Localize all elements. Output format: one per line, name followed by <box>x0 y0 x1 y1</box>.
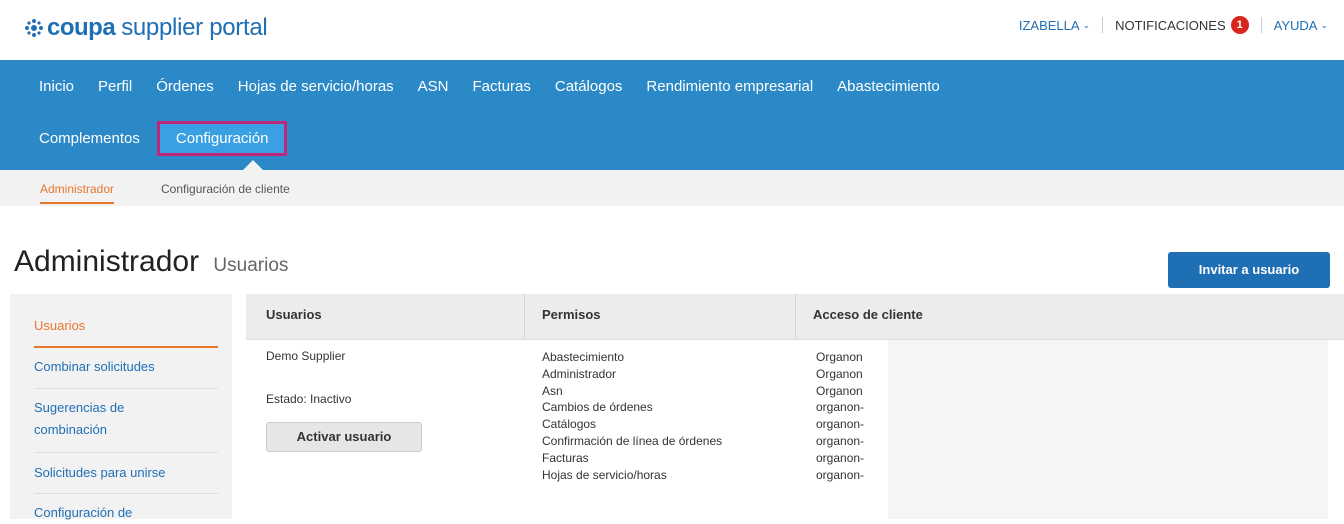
permission-item: Catálogos <box>542 417 597 432</box>
permission-item: Confirmación de línea de órdenes <box>542 433 723 448</box>
client-access-item: organon- <box>816 467 865 482</box>
permissions-list: Abastecimiento Administrador Asn Cambios… <box>542 349 722 483</box>
sidebar-item-combinar-solicitudes[interactable]: Combinar solicitudes <box>34 356 155 378</box>
top-bar: coupa supplier portal IZABELLA ⌄ NOTIFIC… <box>0 0 1344 60</box>
divider <box>1260 17 1262 33</box>
sidebar: Usuarios Combinar solicitudes Sugerencia… <box>10 294 232 520</box>
page-title-main: Administrador <box>14 245 200 278</box>
nav-item-configuracion[interactable]: Configuración <box>156 121 288 156</box>
subnav-item-administrador[interactable]: Administrador <box>40 182 115 204</box>
chevron-down-icon: ⌄ <box>1320 19 1328 30</box>
permission-item: Hojas de servicio/horas <box>542 467 667 482</box>
divider <box>1102 17 1104 33</box>
logo-brand-text: coupa <box>47 14 116 41</box>
client-access-item: Organon <box>816 383 863 398</box>
client-access-item: organon- <box>816 400 865 415</box>
permission-item: Abastecimiento <box>542 350 625 364</box>
users-table: Usuarios Permisos Acceso de cliente Demo… <box>246 294 1344 519</box>
permission-item: Facturas <box>542 450 589 465</box>
help-menu-label: AYUDA <box>1273 17 1318 33</box>
page-title: Administrador Usuarios <box>14 245 288 279</box>
nav-item-facturas[interactable]: Facturas <box>461 78 543 95</box>
divider <box>34 452 218 453</box>
user-status: Estado: Inactivo <box>266 392 352 406</box>
permission-item: Administrador <box>542 366 617 381</box>
sidebar-active-underline <box>34 346 218 348</box>
top-nav: IZABELLA ⌄ NOTIFICACIONES 1 AYUDA ⌄ <box>1019 16 1328 34</box>
nav-item-asn[interactable]: ASN <box>406 78 461 95</box>
user-name: Demo Supplier <box>266 349 346 363</box>
client-access-item: organon- <box>816 417 865 432</box>
permission-item: Cambios de órdenes <box>542 400 653 415</box>
redacted-email <box>258 368 470 388</box>
sub-nav: Administrador Configuración de cliente <box>0 170 1344 206</box>
column-divider <box>524 294 525 340</box>
chevron-down-icon: ⌄ <box>1082 19 1091 30</box>
nav-item-hojas-servicio[interactable]: Hojas de servicio/horas <box>226 78 406 95</box>
divider <box>34 493 218 494</box>
column-header-usuarios[interactable]: Usuarios <box>266 307 322 322</box>
client-access-item: Organon <box>816 350 863 364</box>
coupa-logo[interactable]: coupa supplier portal <box>24 14 268 42</box>
nav-item-perfil[interactable]: Perfil <box>86 78 144 95</box>
column-header-permisos[interactable]: Permisos <box>542 307 601 322</box>
divider <box>34 388 218 389</box>
client-access-item: organon- <box>816 450 865 465</box>
column-header-acceso-cliente[interactable]: Acceso de cliente <box>813 307 923 322</box>
client-access-item: organon- <box>816 433 865 448</box>
nav-item-inicio[interactable]: Inicio <box>27 78 86 95</box>
notifications-count-badge: 1 <box>1230 16 1249 34</box>
sidebar-item-solicitudes-unirse[interactable]: Solicitudes para unirse <box>34 462 166 484</box>
user-menu[interactable]: IZABELLA ⌄ <box>1019 18 1090 33</box>
permission-item: Asn <box>542 383 563 398</box>
nav-item-complementos[interactable]: Complementos <box>27 130 152 147</box>
notifications-link[interactable]: NOTIFICACIONES 1 <box>1115 16 1249 34</box>
main-nav-row-2: Complementos Configuración <box>27 121 288 156</box>
notifications-label: NOTIFICACIONES <box>1115 17 1226 33</box>
coupa-logo-icon <box>25 19 43 37</box>
subnav-item-configuracion-cliente[interactable]: Configuración de cliente <box>161 182 290 196</box>
sidebar-item-sugerencias[interactable]: Sugerencias de combinación <box>34 397 184 441</box>
main-nav: Inicio Perfil Órdenes Hojas de servicio/… <box>0 60 1344 170</box>
sidebar-item-configuracion[interactable]: Configuración de <box>34 502 132 524</box>
nav-item-ordenes[interactable]: Órdenes <box>144 78 226 95</box>
nav-item-catalogos[interactable]: Catálogos <box>543 78 635 95</box>
table-header: Usuarios Permisos Acceso de cliente <box>246 294 1344 340</box>
main-nav-row-1: Inicio Perfil Órdenes Hojas de servicio/… <box>27 78 952 95</box>
help-menu[interactable]: AYUDA ⌄ <box>1274 18 1328 33</box>
invite-user-button[interactable]: Invitar a usuario <box>1168 252 1330 288</box>
user-menu-label: IZABELLA <box>1018 17 1080 33</box>
nav-item-rendimiento[interactable]: Rendimiento empresarial <box>634 78 825 95</box>
sidebar-item-usuarios[interactable]: Usuarios <box>34 315 85 337</box>
column-divider <box>795 294 796 340</box>
nav-item-abastecimiento[interactable]: Abastecimiento <box>825 78 952 95</box>
activate-user-button[interactable]: Activar usuario <box>266 422 422 452</box>
page-title-sub: Usuarios <box>213 255 289 276</box>
client-access-list: Organon Organon Organon organon- organon… <box>816 349 864 483</box>
logo-product-text: supplier portal <box>121 14 268 41</box>
active-tab-pointer <box>243 160 263 170</box>
client-access-item: Organon <box>816 366 863 381</box>
redacted-panel <box>888 340 1328 519</box>
